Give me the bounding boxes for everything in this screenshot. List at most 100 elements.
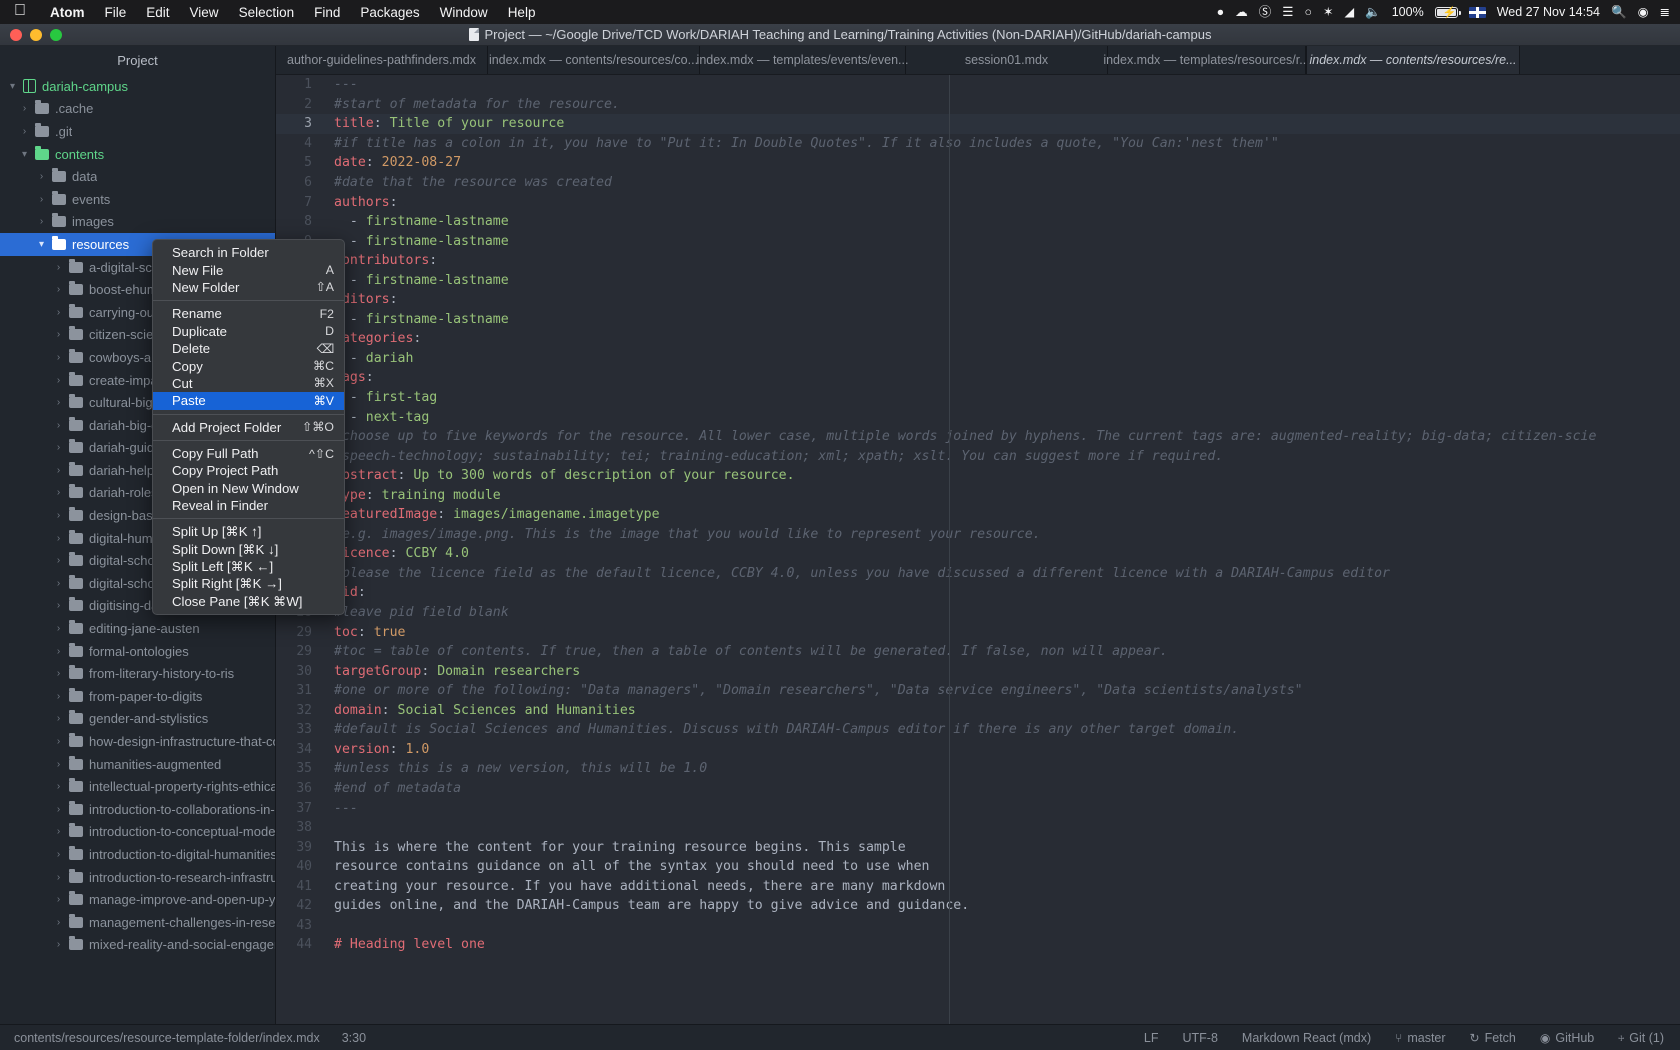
code-line[interactable]: 43 [276, 916, 1680, 936]
code-line[interactable]: 31#one or more of the following: "Data m… [276, 681, 1680, 701]
menu-item-file[interactable]: File [95, 5, 137, 20]
code-editor[interactable]: 1---2#start of metadata for the resource… [276, 75, 1680, 1024]
tree-item-dariah-campus[interactable]: ▾dariah-campus [0, 75, 275, 98]
status-grammar[interactable]: Markdown React (mdx) [1242, 1031, 1371, 1045]
context-menu-item-add-project-folder[interactable]: Add Project Folder⇧⌘O [153, 419, 344, 436]
code-line[interactable]: 23featuredImage: images/imagename.imaget… [276, 505, 1680, 525]
chevron-right-icon[interactable]: › [54, 420, 63, 431]
tree-item-contents[interactable]: ▾contents [0, 143, 275, 166]
code-line[interactable]: 39This is where the content for your tra… [276, 837, 1680, 857]
code-line[interactable]: 38 [276, 818, 1680, 838]
creative-cloud-icon[interactable]: Ⓢ [1259, 6, 1272, 19]
chevron-right-icon[interactable]: › [54, 849, 63, 860]
tree-item-intellectual-property-rights-ethica[interactable]: ›intellectual-property-rights-ethica [0, 775, 275, 798]
menu-item-edit[interactable]: Edit [136, 5, 179, 20]
menu-item-find[interactable]: Find [304, 5, 350, 20]
code-line[interactable]: 24#e.g. images/image.png. This is the im… [276, 525, 1680, 545]
tab-index-contents-resources-co[interactable]: index.mdx — contents/resources/co... [488, 46, 700, 74]
code-line[interactable]: 34version: 1.0 [276, 740, 1680, 760]
code-line[interactable]: 33#default is Social Sciences and Humani… [276, 720, 1680, 740]
chevron-right-icon[interactable]: › [54, 894, 63, 905]
chevron-right-icon[interactable]: › [54, 465, 63, 476]
code-line[interactable]: 21abstract: Up to 300 words of descripti… [276, 466, 1680, 486]
tab-index-contents-resources-re-active[interactable]: index.mdx — contents/resources/re... [1306, 46, 1520, 74]
chevron-right-icon[interactable]: › [54, 487, 63, 498]
status-github[interactable]: ◉ GitHub [1540, 1031, 1594, 1045]
code-line[interactable]: 10contributors: [276, 251, 1680, 271]
code-line[interactable]: 41creating your resource. If you have ad… [276, 876, 1680, 896]
code-line[interactable]: 1--- [276, 75, 1680, 95]
tree-item-editing-jane-austen[interactable]: ›editing-jane-austen [0, 617, 275, 640]
code-line[interactable]: 7authors: [276, 192, 1680, 212]
tab-index-templates-resources[interactable]: index.mdx — templates/resources/r... [1108, 46, 1306, 74]
code-line[interactable]: 3title: Title of your resource [276, 114, 1680, 134]
chevron-down-icon[interactable]: ▾ [20, 149, 29, 160]
tree-context-menu[interactable]: Search in FolderNew FileANew Folder⇧ARen… [152, 239, 345, 615]
code-lines-container[interactable]: 1---2#start of metadata for the resource… [276, 75, 1680, 955]
tree-item-introduction-to-conceptual-model[interactable]: ›introduction-to-conceptual-model [0, 821, 275, 844]
tree-item--cache[interactable]: ›.cache [0, 98, 275, 121]
chevron-right-icon[interactable]: › [54, 736, 63, 747]
code-line[interactable]: 30targetGroup: Domain researchers [276, 661, 1680, 681]
shield-check-icon[interactable]: ● [1217, 6, 1225, 19]
cloud-icon[interactable]: ☁ [1235, 6, 1248, 19]
chevron-right-icon[interactable]: › [54, 668, 63, 679]
code-line[interactable]: 9 - firstname-lastname [276, 231, 1680, 251]
context-menu-item-split-left-k[interactable]: Split Left [⌘K ←] [153, 558, 344, 575]
code-line[interactable]: 20#speech-technology; sustainability; te… [276, 446, 1680, 466]
bluetooth-icon[interactable]: ✶ [1323, 6, 1333, 19]
code-line[interactable]: 17 - first-tag [276, 388, 1680, 408]
context-menu-item-open-in-new-window[interactable]: Open in New Window [153, 480, 344, 497]
context-menu-item-reveal-in-finder[interactable]: Reveal in Finder [153, 497, 344, 514]
menu-item-packages[interactable]: Packages [350, 5, 429, 20]
clock-label[interactable]: Wed 27 Nov 14:54 [1497, 5, 1600, 19]
chevron-right-icon[interactable]: › [54, 600, 63, 611]
status-line-ending[interactable]: LF [1144, 1031, 1159, 1045]
tree-item-from-literary-history-to-ris[interactable]: ›from-literary-history-to-ris [0, 662, 275, 685]
chevron-down-icon[interactable]: ▾ [37, 239, 46, 250]
code-line[interactable]: 25licence: CCBY 4.0 [276, 544, 1680, 564]
chevron-right-icon[interactable]: › [20, 126, 29, 137]
volume-icon[interactable]: 🔈 [1365, 6, 1381, 19]
tree-item-manage-improve-and-open-up-yo[interactable]: ›manage-improve-and-open-up-yo [0, 888, 275, 911]
code-line[interactable]: 18 - next-tag [276, 407, 1680, 427]
siri-icon[interactable]: ◉ [1638, 6, 1649, 19]
chevron-right-icon[interactable]: › [54, 555, 63, 566]
tab-session01[interactable]: session01.mdx [906, 46, 1108, 74]
chevron-right-icon[interactable]: › [54, 533, 63, 544]
chevron-right-icon[interactable]: › [54, 442, 63, 453]
chevron-right-icon[interactable]: › [54, 872, 63, 883]
chevron-right-icon[interactable]: › [54, 329, 63, 340]
chevron-down-icon[interactable]: ▾ [8, 81, 17, 92]
chevron-right-icon[interactable]: › [54, 646, 63, 657]
tree-item-formal-ontologies[interactable]: ›formal-ontologies [0, 640, 275, 663]
code-line[interactable]: 29#toc = table of contents. If true, the… [276, 642, 1680, 662]
code-line[interactable]: 8 - firstname-lastname [276, 212, 1680, 232]
menu-item-view[interactable]: View [180, 5, 229, 20]
code-line[interactable]: 22type: training module [276, 485, 1680, 505]
code-line[interactable]: 37--- [276, 798, 1680, 818]
tree-item-introduction-to-collaborations-in-r[interactable]: ›introduction-to-collaborations-in-r [0, 798, 275, 821]
tree-item-how-design-infrastructure-that-co[interactable]: ›how-design-infrastructure-that-co [0, 730, 275, 753]
chevron-right-icon[interactable]: › [54, 284, 63, 295]
chevron-right-icon[interactable]: › [37, 216, 46, 227]
battery-icon[interactable]: ⚡ [1435, 7, 1458, 18]
context-menu-item-split-down-k[interactable]: Split Down [⌘K ↓] [153, 541, 344, 558]
chevron-right-icon[interactable]: › [54, 691, 63, 702]
menu-item-window[interactable]: Window [430, 5, 498, 20]
menu-item-selection[interactable]: Selection [229, 5, 305, 20]
context-menu-item-copy[interactable]: Copy⌘C [153, 357, 344, 374]
context-menu-item-split-right-k[interactable]: Split Right [⌘K →] [153, 576, 344, 593]
context-menu-item-new-folder[interactable]: New Folder⇧A [153, 279, 344, 296]
backup-icon[interactable]: ☰ [1282, 6, 1293, 19]
code-line[interactable]: 14categories: [276, 329, 1680, 349]
code-line[interactable]: 11 - firstname-lastname [276, 270, 1680, 290]
tree-item-management-challenges-in-resear[interactable]: ›management-challenges-in-resear [0, 911, 275, 934]
chevron-right-icon[interactable]: › [54, 713, 63, 724]
context-menu-item-new-file[interactable]: New FileA [153, 261, 344, 278]
chevron-right-icon[interactable]: › [54, 939, 63, 950]
code-line[interactable]: 26#please the licence field as the defau… [276, 564, 1680, 584]
chevron-right-icon[interactable]: › [54, 375, 63, 386]
status-branch[interactable]: ⑂ master [1395, 1031, 1445, 1045]
context-menu-item-duplicate[interactable]: DuplicateD [153, 323, 344, 340]
